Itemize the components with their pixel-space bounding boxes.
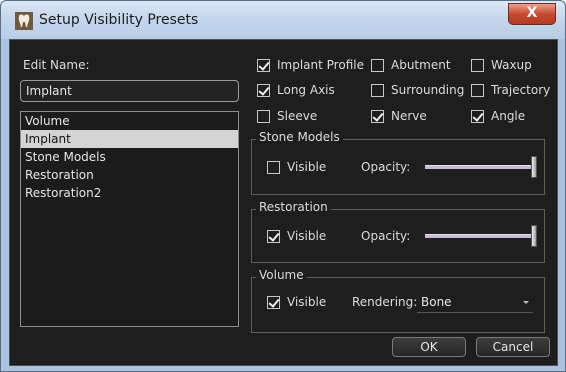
implant-profile-checkbox[interactable]: Implant Profile bbox=[257, 58, 364, 72]
list-item[interactable]: Stone Models bbox=[21, 148, 238, 166]
waxup-checkbox[interactable]: Waxup bbox=[471, 58, 532, 72]
checkbox-label: Sleeve bbox=[277, 109, 318, 123]
checkbox-label: Long Axis bbox=[277, 83, 335, 97]
checkbox-box[interactable] bbox=[471, 58, 484, 72]
checkbox-label: Nerve bbox=[391, 109, 427, 123]
checkbox-box[interactable] bbox=[257, 83, 270, 97]
title-bar[interactable]: Setup Visibility Presets X bbox=[1, 1, 565, 39]
checkbox-box[interactable] bbox=[267, 229, 280, 243]
edit-name-label: Edit Name: bbox=[23, 58, 90, 72]
opacity-label: Opacity: bbox=[361, 160, 411, 174]
checkbox-box[interactable] bbox=[471, 109, 484, 123]
close-button[interactable]: X bbox=[508, 3, 556, 25]
abutment-checkbox[interactable]: Abutment bbox=[371, 58, 451, 72]
group-title: Volume bbox=[256, 268, 307, 282]
checkbox-label: Surrounding bbox=[391, 83, 465, 97]
preset-list[interactable]: Volume Implant Stone Models Restoration … bbox=[20, 111, 239, 327]
ok-button[interactable]: OK bbox=[392, 337, 466, 357]
volume-visible-checkbox[interactable]: Visible bbox=[267, 295, 326, 309]
checkbox-label: Implant Profile bbox=[277, 58, 364, 72]
checkbox-label: Trajectory bbox=[491, 83, 551, 97]
checkbox-label: Waxup bbox=[491, 58, 532, 72]
edit-name-input[interactable] bbox=[20, 80, 239, 102]
stone-models-opacity-handle[interactable] bbox=[531, 156, 537, 178]
cancel-button[interactable]: Cancel bbox=[476, 337, 550, 357]
checkbox-label: Angle bbox=[491, 109, 526, 123]
window-title: Setup Visibility Presets bbox=[39, 12, 199, 28]
nerve-checkbox[interactable]: Nerve bbox=[371, 109, 427, 123]
opacity-label: Opacity: bbox=[361, 229, 411, 243]
restoration-opacity-handle[interactable] bbox=[531, 225, 537, 247]
checkbox-box[interactable] bbox=[257, 58, 270, 72]
stone-models-visible-checkbox[interactable]: Visible bbox=[267, 160, 326, 174]
checkbox-box[interactable] bbox=[267, 295, 280, 309]
checkbox-label: Visible bbox=[287, 229, 327, 243]
angle-checkbox[interactable]: Angle bbox=[471, 109, 525, 123]
surrounding-checkbox[interactable]: Surrounding bbox=[371, 83, 464, 97]
list-item[interactable]: Volume bbox=[21, 112, 238, 130]
checkbox-box[interactable] bbox=[371, 109, 384, 123]
tooth-icon bbox=[15, 12, 33, 30]
checkbox-box[interactable] bbox=[471, 83, 484, 97]
list-item[interactable]: Restoration bbox=[21, 166, 238, 184]
restoration-visible-checkbox[interactable]: Visible bbox=[267, 229, 326, 243]
group-title: Stone Models bbox=[256, 130, 343, 144]
checkbox-box[interactable] bbox=[371, 58, 384, 72]
dialog-window: Setup Visibility Presets X Edit Name: Vo… bbox=[0, 0, 566, 372]
list-item[interactable]: Restoration2 bbox=[21, 184, 238, 202]
rendering-dropdown[interactable]: Bone bbox=[417, 292, 533, 313]
close-icon: X bbox=[526, 5, 538, 21]
checkbox-box[interactable] bbox=[371, 83, 384, 97]
checkbox-box[interactable] bbox=[257, 109, 270, 123]
checkbox-label: Visible bbox=[287, 160, 327, 174]
rendering-label: Rendering: bbox=[352, 295, 418, 309]
checkbox-box[interactable] bbox=[267, 160, 280, 174]
group-title: Restoration bbox=[256, 200, 331, 214]
checkbox-label: Abutment bbox=[391, 58, 451, 72]
sleeve-checkbox[interactable]: Sleeve bbox=[257, 109, 317, 123]
stone-models-opacity-track[interactable] bbox=[425, 165, 537, 169]
rendering-value: Bone bbox=[421, 295, 452, 309]
list-item-selected[interactable]: Implant bbox=[21, 130, 238, 148]
restoration-opacity-track[interactable] bbox=[425, 234, 537, 238]
trajectory-checkbox[interactable]: Trajectory bbox=[471, 83, 550, 97]
chevron-down-icon bbox=[523, 301, 529, 304]
long-axis-checkbox[interactable]: Long Axis bbox=[257, 83, 335, 97]
checkbox-label: Visible bbox=[287, 295, 327, 309]
